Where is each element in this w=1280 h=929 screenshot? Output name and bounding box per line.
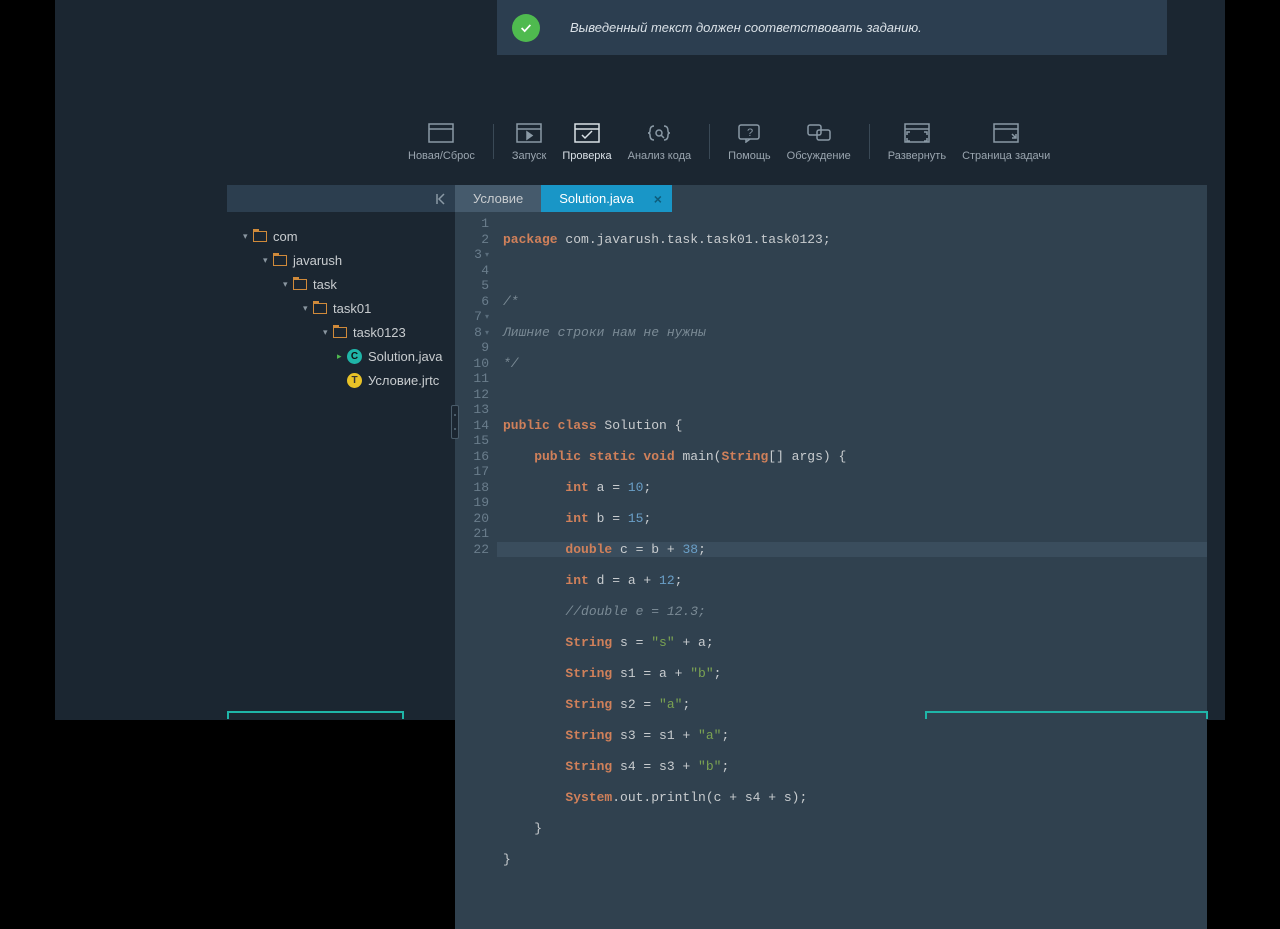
ide-area: com javarush task task01 task0123 CSolut… (227, 185, 1207, 665)
tab-bar: Условие Solution.java× (455, 185, 1207, 212)
check-window-icon (573, 122, 601, 144)
bottom-button-right[interactable] (925, 711, 1208, 719)
svg-text:?: ? (747, 127, 753, 139)
page-icon (992, 122, 1020, 144)
editor-panel: Условие Solution.java× 1 2 3 4 5 6 7 8 9… (455, 185, 1207, 665)
tree-folder-task01[interactable]: task01 (227, 296, 455, 320)
file-tree-panel: com javarush task task01 task0123 CSolut… (227, 185, 455, 665)
new-reset-button[interactable]: Новая/Сброс (400, 122, 483, 163)
check-icon (512, 14, 540, 42)
expand-button[interactable]: Развернуть (880, 122, 954, 163)
app-frame: Выведенный текст должен соответствовать … (55, 0, 1225, 720)
tree-file-condition[interactable]: TУсловие.jrtc (227, 368, 455, 392)
tree-folder-task0123[interactable]: task0123 (227, 320, 455, 344)
tab-solution[interactable]: Solution.java× (541, 185, 672, 212)
splitter-handle[interactable] (451, 405, 459, 439)
run-button[interactable]: Запуск (504, 122, 554, 163)
analyze-button[interactable]: Анализ кода (620, 122, 700, 163)
separator (493, 124, 494, 159)
tree-folder-com[interactable]: com (227, 224, 455, 248)
braces-icon (645, 122, 673, 144)
help-icon: ? (735, 122, 763, 144)
tree-file-solution[interactable]: CSolution.java (227, 344, 455, 368)
tree-folder-javarush[interactable]: javarush (227, 248, 455, 272)
chat-icon (805, 122, 833, 144)
separator (869, 124, 870, 159)
code-content[interactable]: package com.javarush.task.task01.task012… (497, 212, 1207, 929)
toolbar: Новая/Сброс Запуск Проверка Анализ кода … (400, 122, 1058, 163)
expand-icon (903, 122, 931, 144)
code-editor[interactable]: 1 2 3 4 5 6 7 8 9 10 11 12 13 14 15 16 1 (455, 212, 1207, 929)
separator (709, 124, 710, 159)
bottom-button-left[interactable] (227, 711, 404, 719)
play-icon (515, 122, 543, 144)
tree-folder-task[interactable]: task (227, 272, 455, 296)
discuss-button[interactable]: Обсуждение (779, 122, 859, 163)
tab-condition[interactable]: Условие (455, 185, 541, 212)
task-page-button[interactable]: Страница задачи (954, 122, 1058, 163)
check-button[interactable]: Проверка (554, 122, 619, 163)
line-gutter: 1 2 3 4 5 6 7 8 9 10 11 12 13 14 15 16 1 (455, 212, 497, 929)
sidebar-collapse-button[interactable] (227, 185, 455, 212)
close-icon[interactable]: × (654, 191, 662, 207)
window-icon (427, 122, 455, 144)
notice-bar: Выведенный текст должен соответствовать … (497, 0, 1167, 55)
collapse-left-icon (435, 192, 449, 206)
help-button[interactable]: ? Помощь (720, 122, 779, 163)
file-tree: com javarush task task01 task0123 CSolut… (227, 212, 455, 392)
notice-text: Выведенный текст должен соответствовать … (570, 20, 922, 35)
